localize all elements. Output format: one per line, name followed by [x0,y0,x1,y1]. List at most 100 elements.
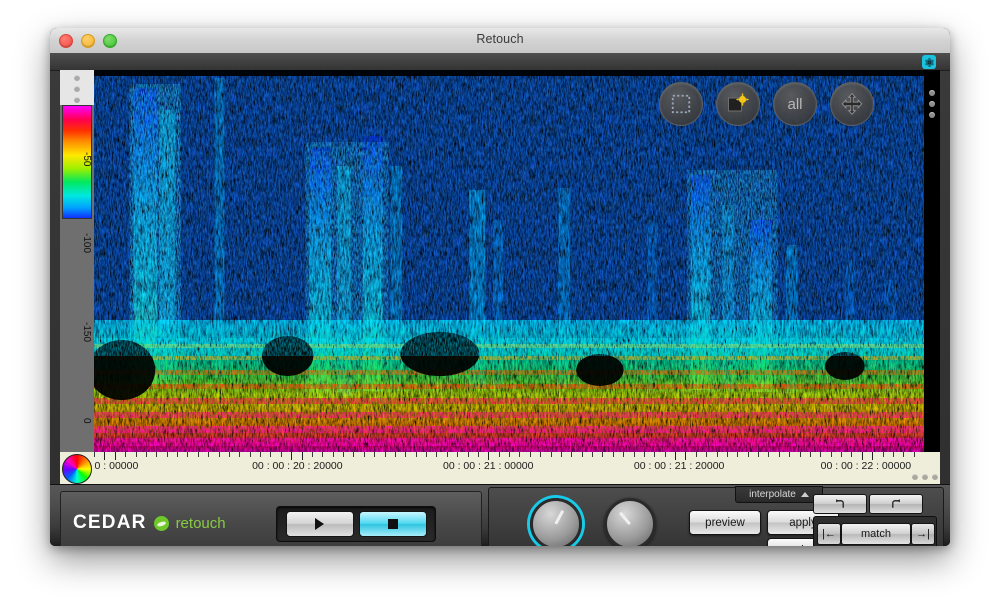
time-tick [830,452,832,457]
time-tick [374,452,376,457]
time-tick [145,452,147,457]
time-tick-major [104,452,106,460]
gain-knob-group: 0.00 gain [593,498,667,546]
time-tick [519,452,521,457]
time-label-2: 00 : 00 : 21 : 00000 [443,460,534,472]
grip-dot [74,86,80,92]
grip-dot [912,474,918,480]
time-tick [913,452,915,457]
bottom-control-bar: CEDAR retouch interpolate preview apply … [50,484,950,546]
select-all-button[interactable]: all [773,82,817,126]
grip-dot [929,90,935,96]
mode-selector-interpolate[interactable]: interpolate [735,486,823,503]
magic-wand-icon[interactable] [716,82,760,126]
title-bar: Retouch [50,28,950,54]
time-tick [363,452,365,457]
stop-button[interactable] [358,511,427,537]
time-tick [664,452,666,457]
time-tick-major [675,452,676,460]
time-tick [280,452,282,457]
time-tick-major [685,452,687,460]
time-tick [851,452,853,457]
time-tick [270,452,272,457]
brand-name: CEDAR [73,512,147,533]
gear-icon[interactable] [922,55,936,69]
time-tick [228,452,230,457]
play-button[interactable] [285,511,354,537]
time-tick [716,452,718,457]
time-tick [820,452,822,457]
time-tick [789,452,791,457]
time-tick [747,452,749,457]
next-button[interactable]: →| [911,523,935,545]
db-label-0: 0 [81,418,92,424]
undo-arrow-icon[interactable] [813,494,867,514]
knob-pointer [619,511,631,525]
db-axis-grip-dots[interactable] [74,75,80,103]
time-tick-major [861,452,863,460]
time-tick [623,452,625,457]
time-tick [384,452,386,457]
time-tick [654,452,656,457]
play-icon [315,518,324,530]
time-tick [477,452,479,457]
time-tick [446,452,448,457]
time-tick [467,452,469,457]
time-tick [768,452,770,457]
time-tick [540,452,542,457]
time-tick [560,452,562,457]
time-tick [405,452,407,457]
time-tick [592,452,593,457]
time-tick [550,452,552,457]
time-tick-major [301,452,303,460]
time-tick [903,452,905,457]
spectrogram-toolbar: all [659,82,874,126]
time-axis[interactable]: : 20 : 00000 00 : 00 : 20 : 20000 00 : 0… [60,452,940,484]
time-tick [457,452,459,457]
color-wheel-icon[interactable] [62,454,92,484]
time-tick [249,452,251,457]
spectrogram-image[interactable]: all [94,70,924,452]
time-tick [426,452,427,457]
caret-up-icon [800,492,809,497]
redo-arrow-icon[interactable] [869,494,923,514]
time-tick [94,452,95,457]
time-tick [726,452,728,457]
previous-button[interactable]: |← [817,523,841,545]
time-tick [509,452,510,457]
time-tick [322,452,324,457]
preview-button[interactable]: preview [689,510,761,535]
time-tick [706,452,708,457]
time-tick [809,452,811,457]
time-tick [571,452,573,457]
time-tick [260,452,261,457]
spectrogram-right-rail[interactable] [924,70,940,452]
time-tick-major [291,452,293,460]
time-tick-major [872,452,874,460]
marquee-select-icon[interactable] [659,82,703,126]
synthesis-knob[interactable] [530,498,582,546]
gain-knob[interactable] [604,498,656,546]
time-tick [166,452,168,457]
time-ticks[interactable]: : 20 : 00000 00 : 00 : 20 : 20000 00 : 0… [94,452,924,484]
spectrogram-panel[interactable]: -50 -100 -150 0 all [60,70,940,452]
color-wheel-cell [60,452,94,484]
move-four-arrow-icon[interactable] [830,82,874,126]
window-title: Retouch [476,32,524,46]
time-tick-major [488,452,490,460]
time-tick [125,452,127,457]
time-tick [343,452,344,457]
time-tick [602,452,604,457]
time-tick [156,452,158,457]
app-window: Retouch -50 -100 -150 0 all 0: 00000 00… [50,28,950,546]
match-button[interactable]: match [841,523,911,545]
right-rail-grip-dots[interactable] [929,90,935,118]
time-tick [841,452,842,457]
time-tick [633,452,635,457]
mode-label: interpolate [749,489,796,500]
db-axis: -50 -100 -150 0 [60,70,94,452]
time-label-1: 00 : 00 : 20 : 20000 [252,460,343,472]
time-axis-grip[interactable] [912,452,940,484]
time-tick [882,452,884,457]
time-tick [415,452,417,457]
